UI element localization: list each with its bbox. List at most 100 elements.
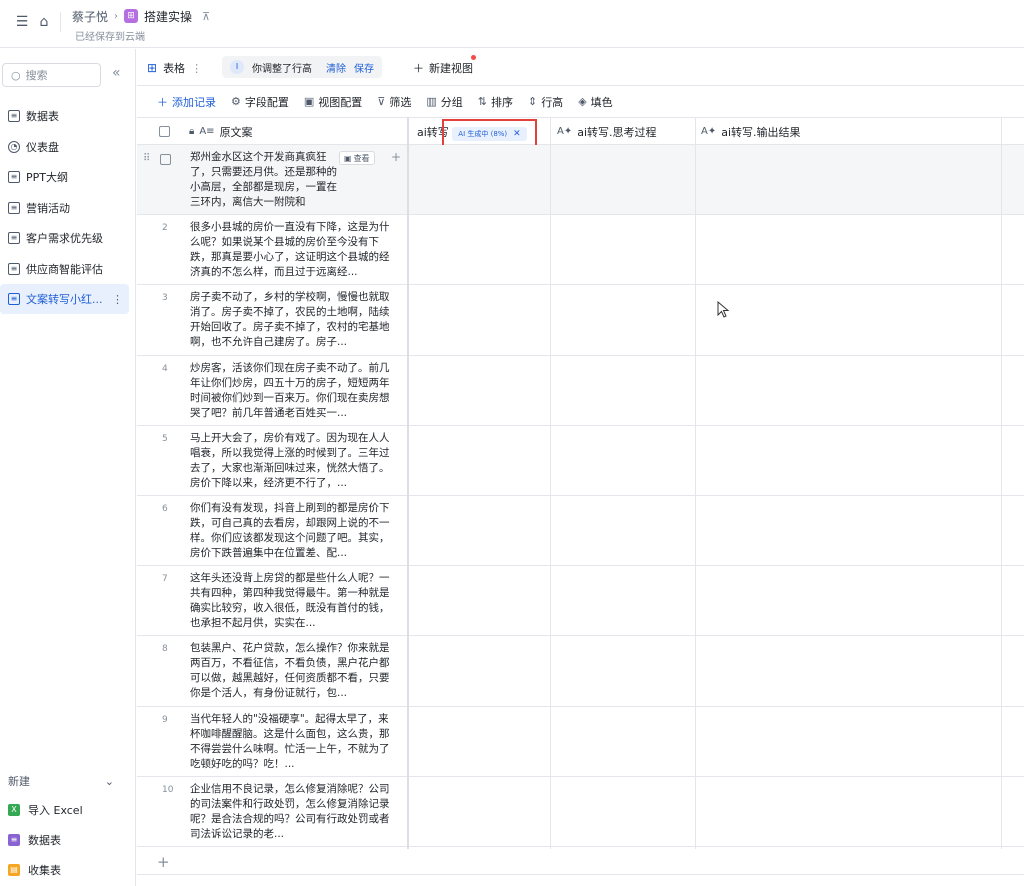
ai-generating-indicator: AI 生成中 (8%) ✕ <box>442 119 537 148</box>
row-checkbox[interactable] <box>160 154 171 165</box>
row-height-icon: I <box>230 60 244 74</box>
field-config-button[interactable]: ⚙ 字段配置 <box>231 94 289 110</box>
new-item-label: 数据表 <box>28 834 61 847</box>
sidebar-item-supplier-eval[interactable]: ≡ 供应商智能评估 <box>0 254 136 284</box>
filter-icon: ⊽ <box>377 95 386 108</box>
sidebar-item-label: PPT大纲 <box>26 171 68 184</box>
add-record-button[interactable]: ＋ 添加记录 <box>157 94 216 110</box>
table-row[interactable]: 4 炒房客，活该你们现在房子卖不动了。前几年让你们炒房，四五十万的房子，短短两年… <box>137 356 1024 426</box>
field-config-label: 字段配置 <box>244 95 289 109</box>
group-button[interactable]: ▥ 分组 <box>426 94 462 110</box>
cell-original-text[interactable]: 房子卖不动了，乡村的学校啊，慢慢也就取消了。房子卖不掉了，农民的土地啊，陆续开始… <box>190 290 395 350</box>
cell-original-text[interactable]: 企业信用不良记录，怎么修复消除呢？公司的司法案件和行政处罚，怎么修复消除记录呢？… <box>190 782 395 842</box>
search-icon: ○ <box>11 68 21 82</box>
sidebar-item-copywriting[interactable]: ≡ 文案转写小红... ⋮ <box>0 284 129 314</box>
cell-original-text[interactable]: 炒房客，活该你们现在房子卖不动了。前几年让你们炒房，四五十万的房子，短短两年时间… <box>190 361 395 421</box>
checkbox[interactable] <box>159 126 170 137</box>
column-header-output[interactable]: A✦ ai转写.输出结果 <box>693 118 801 145</box>
new-section-header[interactable]: 新建 ⌄ <box>0 767 136 795</box>
ai-field-icon: A✦ <box>701 126 717 137</box>
cell-original-text[interactable]: 你们有没有发现，抖音上刷到的都是房价下跌，可自己真的去看房，却跟网上说的不一样。… <box>190 501 395 561</box>
pin-icon[interactable]: ⊼ <box>202 10 210 23</box>
breadcrumb-current[interactable]: 搭建实操 <box>144 8 192 25</box>
paint-bucket-icon: ◈ <box>578 95 587 108</box>
lock-icon: 🔒︎ <box>189 126 195 137</box>
excel-icon: X <box>8 804 20 816</box>
table-row[interactable]: 3 房子卖不动了，乡村的学校啊，慢慢也就取消了。房子卖不掉了，农民的土地啊，陆续… <box>137 285 1024 356</box>
table-row[interactable]: 6 你们有没有发现，抖音上刷到的都是房价下跌，可自己真的去看房，却跟网上说的不一… <box>137 496 1024 567</box>
table-row[interactable]: 10 企业信用不良记录，怎么修复消除呢？公司的司法案件和行政处罚，怎么修复消除记… <box>137 777 1024 847</box>
collapse-sidebar-icon[interactable]: « <box>112 65 121 81</box>
clear-button[interactable]: 清除 <box>326 60 346 75</box>
frozen-column-divider[interactable] <box>407 117 409 849</box>
row-height-button[interactable]: ⇕ 行高 <box>528 94 563 110</box>
table-icon: ≡ <box>8 171 20 183</box>
filter-label: 筛选 <box>389 95 412 109</box>
sidebar-item-ppt-outline[interactable]: ≡ PPT大纲 <box>0 162 136 192</box>
breadcrumb: 蔡子悦 › ⊞ 搭建实操 ⊼ <box>72 6 210 26</box>
view-name: 表格 <box>163 62 186 75</box>
cell-original-text[interactable]: 当代年轻人的"没福硬享"。起得太早了，来杯咖啡醒醒脑。这是什么面包，这么贵，那不… <box>190 712 395 772</box>
row-number: 8 <box>162 644 168 655</box>
drag-handle-icon[interactable]: ⠿ <box>143 153 150 164</box>
import-excel-button[interactable]: X 导入 Excel <box>0 795 136 825</box>
column-divider[interactable] <box>1001 117 1002 849</box>
cell-original-text[interactable]: 包装黑户、花户贷款，怎么操作？你来就是两百万，不看征信，不看负债，黑户花户都可以… <box>190 641 395 701</box>
expand-record-button[interactable]: ▣ 查看 <box>339 151 375 165</box>
table-icon: ≡ <box>8 262 20 275</box>
table-list: ≡ 数据表 ◔ 仪表盘 ≡ PPT大纲 ≡ 营销活动 ≡ 客户需求优先级 ≡ 供… <box>0 101 136 314</box>
select-all-checkbox[interactable] <box>151 118 170 145</box>
save-button[interactable]: 保存 <box>354 60 374 75</box>
view-config-button[interactable]: ▣ 视图配置 <box>304 94 362 110</box>
cell-original-text[interactable]: 郑州金水区这个开发商真疯狂了，只需要还月供。还是那种的小高层，全部都是现房，一置… <box>190 150 338 210</box>
tab-grid-view[interactable]: ⊞ 表格 ⋮ <box>147 53 202 83</box>
cell-original-text[interactable]: 马上开大会了，房价有戏了。因为现在人人唱衰，所以我觉得上涨的时候到了。三年过去了… <box>190 431 395 491</box>
breadcrumb-parent[interactable]: 蔡子悦 <box>72 8 108 25</box>
sidebar-item-label: 营销活动 <box>26 201 70 215</box>
view-options-icon[interactable]: ⋮ <box>191 62 202 75</box>
sidebar-item-dashboard[interactable]: ◔ 仪表盘 <box>0 132 136 162</box>
table-row[interactable]: 7 这年头还没背上房贷的都是些什么人呢？一共有四种，第四种我觉得最牛。第一种就是… <box>137 566 1024 637</box>
dashboard-icon: ◔ <box>8 140 20 153</box>
sidebar-item-data-table[interactable]: ≡ 数据表 <box>0 101 136 131</box>
new-data-table-button[interactable]: ≡ 数据表 <box>0 825 136 855</box>
form-icon: ▤ <box>8 864 20 876</box>
add-icon[interactable]: + <box>391 150 401 164</box>
sidebar-item-marketing[interactable]: ≡ 营销活动 <box>0 193 136 223</box>
home-icon[interactable]: ⌂ <box>34 12 54 32</box>
column-divider[interactable] <box>550 117 551 849</box>
cell-original-text[interactable]: 很多小县城的房价一直没有下降，这是为什么呢？如果说某个县城的房价至今没有下跌，那… <box>190 220 395 280</box>
row-number: 10 <box>162 784 174 795</box>
sidebar-item-label: 客户需求优先级 <box>26 232 103 245</box>
sidebar-item-customer-priority[interactable]: ≡ 客户需求优先级 <box>0 223 136 253</box>
more-icon[interactable]: ⋮ <box>112 293 123 306</box>
fill-color-button[interactable]: ◈ 填色 <box>578 94 612 110</box>
cell-original-text[interactable]: 这年头还没背上房贷的都是些什么人呢？一共有四种，第四种我觉得最牛。第一种就是确实… <box>190 571 395 631</box>
table-row[interactable]: 9 当代年轻人的"没福硬享"。起得太早了，来杯咖啡醒醒脑。这是什么面包，这么贵，… <box>137 707 1024 777</box>
plus-icon: ＋ <box>413 62 424 75</box>
column-header-original[interactable]: 🔒︎ A≡ 原文案 <box>181 118 253 145</box>
new-view-button[interactable]: ＋ 新建视图 <box>413 53 473 83</box>
sidebar-item-label: 文案转写小红... <box>26 293 103 306</box>
close-icon[interactable]: ✕ <box>513 129 521 139</box>
new-form-button[interactable]: ▤ 收集表 <box>0 855 136 885</box>
filter-button[interactable]: ⊽ 筛选 <box>377 94 411 110</box>
save-status: 已经保存到云端 <box>75 32 145 43</box>
new-view-label: 新建视图 <box>429 62 473 75</box>
sort-button[interactable]: ⇅ 排序 <box>478 94 513 110</box>
new-section-title: 新建 <box>8 775 30 788</box>
table-row[interactable]: 8 包装黑户、花户贷款，怎么操作？你来就是两百万，不看征信，不看负债，黑户花户都… <box>137 636 1024 707</box>
top-bar: ☰ ⌂ 蔡子悦 › ⊞ 搭建实操 ⊼ 已经保存到云端 <box>0 0 1024 48</box>
table-icon: ≡ <box>8 293 20 305</box>
add-row-button[interactable]: + <box>137 849 1024 875</box>
grid-rows: ⠿ 郑州金水区这个开发商真疯狂了，只需要还月供。还是那种的小高层，全部都是现房，… <box>137 145 1024 847</box>
column-header-thinking[interactable]: A✦ ai转写.思考过程 <box>549 118 657 145</box>
row-number: 4 <box>162 363 168 374</box>
sidebar-toggle-icon[interactable]: ☰ <box>12 12 32 32</box>
table-row[interactable]: 5 马上开大会了，房价有戏了。因为现在人人唱衰，所以我觉得上涨的时候到了。三年过… <box>137 426 1024 496</box>
ai-progress-tag: AI 生成中 (8%) ✕ <box>452 126 527 141</box>
column-divider[interactable] <box>695 117 696 849</box>
table-row[interactable]: ⠿ 郑州金水区这个开发商真疯狂了，只需要还月供。还是那种的小高层，全部都是现房，… <box>137 145 1024 216</box>
search-input[interactable]: ○ 搜索 <box>2 63 101 87</box>
table-row[interactable]: 2 很多小县城的房价一直没有下降，这是为什么呢？如果说某个县城的房价至今没有下跌… <box>137 215 1024 286</box>
